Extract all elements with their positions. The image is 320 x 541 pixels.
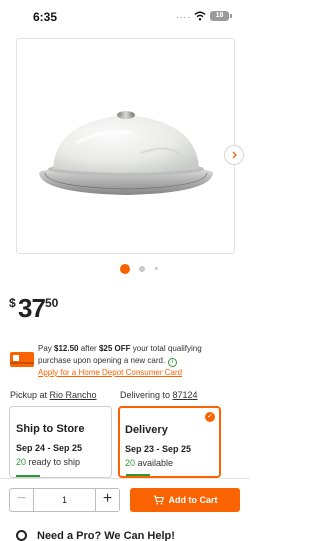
option-stock: 20 ready to ship: [16, 457, 80, 467]
stock-count: 20: [125, 458, 136, 468]
option-title: Ship to Store: [16, 423, 85, 435]
add-to-cart-bar: − + Add to Cart: [0, 478, 250, 520]
product-image-gallery[interactable]: [16, 38, 244, 254]
cart-icon: [153, 495, 164, 505]
stock-indicator: [16, 475, 40, 477]
offer-amount: $12.50: [54, 344, 79, 353]
offer-middle: after: [78, 344, 99, 353]
ship-to-store-option[interactable]: Ship to Store Sep 24 - Sep 25 20 ready t…: [9, 406, 112, 478]
increase-quantity-button[interactable]: +: [95, 489, 119, 511]
stock-count: 20: [16, 457, 27, 467]
apply-card-link[interactable]: Apply for a Home Depot Consumer Card: [38, 368, 182, 377]
status-bar: 6:35 .... 18: [0, 0, 250, 34]
delivery-location: Delivering to 87124: [120, 390, 198, 400]
card-offer-text-2: purchase upon opening a new card. i: [38, 356, 178, 367]
wifi-icon: [194, 11, 206, 21]
option-stock: 20 available: [125, 458, 173, 468]
carousel-dots: [0, 263, 250, 275]
delivery-zip-link[interactable]: 87124: [173, 390, 198, 400]
delivery-prefix: Delivering to: [120, 390, 173, 400]
card-offer-text: Pay $12.50 after $25 OFF your total qual…: [38, 344, 202, 353]
price-cents: 50: [45, 296, 59, 310]
option-dates: Sep 24 - Sep 25: [16, 443, 83, 453]
pickup-prefix: Pickup at: [10, 390, 50, 400]
pro-help-text: Need a Pro? We Can Help!: [37, 530, 175, 541]
battery-icon: 18: [210, 11, 232, 21]
chevron-right-icon: [232, 151, 237, 159]
offer-discount: $25 OFF: [98, 344, 131, 353]
stock-status: available: [135, 458, 174, 468]
carousel-dot[interactable]: [139, 266, 145, 272]
help-icon: [16, 530, 27, 541]
check-icon: ✓: [205, 412, 215, 422]
add-to-cart-button[interactable]: Add to Cart: [130, 488, 240, 512]
price-currency: $: [9, 296, 16, 310]
delivery-option[interactable]: ✓ Delivery Sep 23 - Sep 25 20 available: [118, 406, 221, 478]
offer-suffix: your total qualifying: [130, 344, 202, 353]
carousel-dot-active[interactable]: [120, 264, 130, 274]
carousel-dot[interactable]: [155, 267, 158, 270]
stock-indicator: [126, 474, 150, 476]
next-image-button[interactable]: [224, 145, 244, 165]
option-title: Delivery: [125, 424, 168, 436]
credit-card-icon: [10, 352, 34, 367]
price-dollars: 37: [18, 293, 46, 323]
offer-line-2: purchase upon opening a new card.: [38, 356, 166, 365]
info-icon[interactable]: i: [168, 358, 178, 367]
add-to-cart-label: Add to Cart: [168, 495, 218, 505]
product-image[interactable]: [31, 103, 221, 203]
pro-help-banner[interactable]: Need a Pro? We Can Help!: [0, 522, 250, 541]
pickup-store-link[interactable]: Rio Rancho: [50, 390, 97, 400]
decrease-quantity-button[interactable]: −: [10, 489, 34, 511]
option-dates: Sep 23 - Sep 25: [125, 444, 192, 454]
signal-dots-icon: ....: [176, 10, 192, 21]
quantity-input[interactable]: [34, 489, 95, 511]
quantity-stepper: − +: [9, 488, 120, 512]
offer-prefix: Pay: [38, 344, 55, 353]
pickup-location: Pickup at Rio Rancho: [10, 390, 97, 400]
status-time: 6:35: [33, 10, 58, 24]
stock-status: ready to ship: [26, 457, 81, 467]
